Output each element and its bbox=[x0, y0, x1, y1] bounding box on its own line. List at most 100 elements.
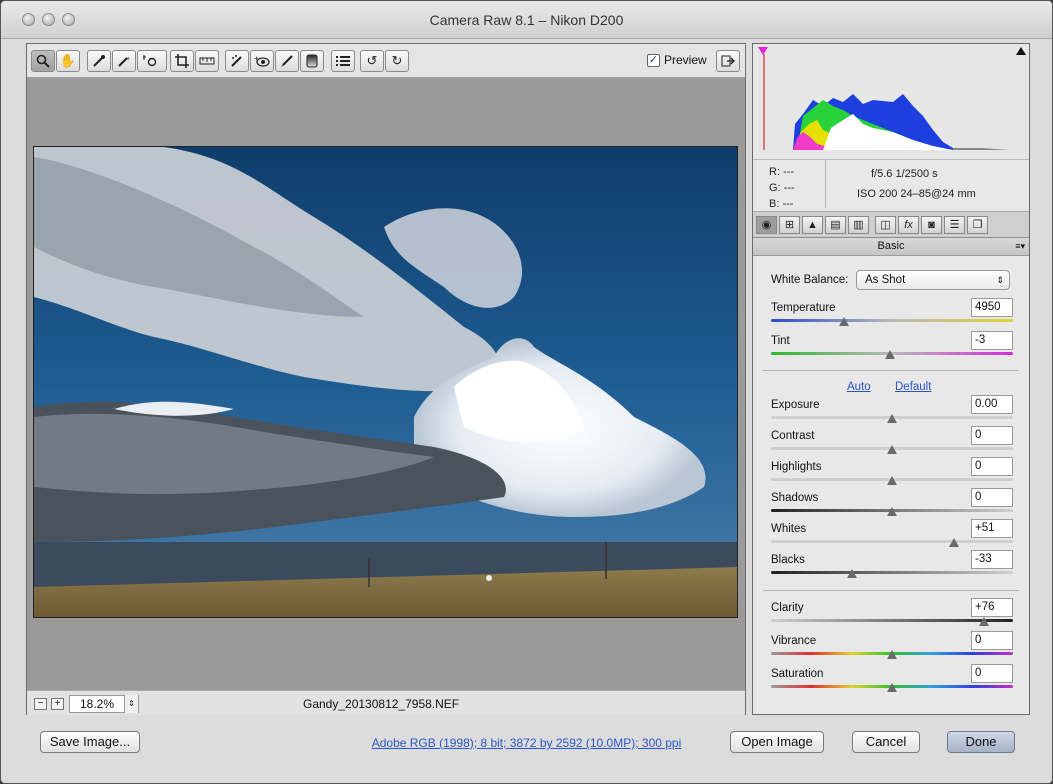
exposure-slider-thumb[interactable] bbox=[887, 414, 897, 423]
temperature-value-field[interactable]: 4950 bbox=[971, 298, 1013, 317]
whites-value-field[interactable]: +51 bbox=[971, 519, 1013, 538]
blacks-label: Blacks bbox=[771, 554, 805, 566]
whites-slider-track[interactable] bbox=[771, 540, 1013, 543]
rgb-readout: R: --- G: --- B: --- bbox=[769, 164, 795, 212]
shadows-value-field[interactable]: 0 bbox=[971, 488, 1013, 507]
exposure-control: Exposure 0.00 bbox=[771, 395, 1015, 429]
clarity-value-field[interactable]: +76 bbox=[971, 598, 1013, 617]
adjustment-brush-icon[interactable] bbox=[275, 50, 299, 72]
tab-tone-curve[interactable]: ⊞ bbox=[779, 216, 800, 234]
hand-tool-icon[interactable]: ✋ bbox=[56, 50, 80, 72]
divider bbox=[763, 590, 1019, 591]
blacks-slider-track[interactable] bbox=[771, 571, 1013, 574]
histogram bbox=[753, 44, 1029, 160]
contrast-label: Contrast bbox=[771, 430, 815, 442]
cancel-button[interactable]: Cancel bbox=[852, 731, 920, 753]
aperture-shutter: f/5.6 1/2500 s bbox=[871, 168, 938, 180]
default-link[interactable]: Default bbox=[895, 381, 931, 393]
vibrance-label: Vibrance bbox=[771, 635, 817, 647]
window-title: Camera Raw 8.1 – Nikon D200 bbox=[429, 12, 624, 28]
vibrance-control: Vibrance 0 bbox=[771, 631, 1015, 665]
tab-effects[interactable]: fx bbox=[898, 216, 919, 234]
white-balance-value: As Shot bbox=[865, 274, 906, 286]
tab-lens-corrections[interactable]: ◫ bbox=[875, 216, 896, 234]
tint-value-field[interactable]: -3 bbox=[971, 331, 1013, 350]
zoom-level-value: 18.2% bbox=[79, 697, 115, 711]
tab-presets[interactable]: ☰ bbox=[944, 216, 965, 234]
zoom-out-button[interactable]: − bbox=[34, 698, 47, 710]
blacks-value-field[interactable]: -33 bbox=[971, 550, 1013, 569]
tab-camera-calibration[interactable]: ◙ bbox=[921, 216, 942, 234]
temperature-label: Temperature bbox=[771, 302, 836, 314]
tint-label: Tint bbox=[771, 335, 790, 347]
image-preview-pane: ✋ + + ↺ ↻ ✓ Preview − + 18.2% ⇕ Gandy_20… bbox=[26, 43, 746, 715]
preferences-list-icon[interactable] bbox=[331, 50, 355, 72]
targeted-adjustment-tool-icon[interactable] bbox=[137, 50, 167, 72]
vibrance-value-field[interactable]: 0 bbox=[971, 631, 1013, 650]
spot-removal-tool-icon[interactable] bbox=[225, 50, 249, 72]
svg-text:+: + bbox=[126, 56, 130, 63]
white-balance-tool-icon[interactable] bbox=[87, 50, 111, 72]
zoom-dropdown-icon[interactable]: ⇕ bbox=[124, 695, 138, 713]
blacks-control: Blacks -33 bbox=[771, 550, 1015, 584]
white-balance-select[interactable]: As Shot ⇕ bbox=[856, 270, 1010, 290]
blue-readout: B: --- bbox=[769, 198, 794, 210]
whites-label: Whites bbox=[771, 523, 807, 535]
workflow-options-text[interactable]: Adobe RGB (1998); 8 bit; 3872 by 2592 (1… bbox=[372, 736, 682, 750]
graduated-filter-icon[interactable] bbox=[300, 50, 324, 72]
saturation-slider-thumb[interactable] bbox=[887, 683, 897, 692]
preview-label: Preview bbox=[664, 53, 707, 67]
tint-control: Tint -3 bbox=[771, 331, 1015, 365]
panel-menu-icon[interactable]: ≡▾ bbox=[1015, 238, 1025, 255]
saturation-value-field[interactable]: 0 bbox=[971, 664, 1013, 683]
temperature-control: Temperature 4950 bbox=[771, 298, 1015, 332]
clarity-slider-thumb[interactable] bbox=[978, 617, 989, 626]
vibrance-slider-thumb[interactable] bbox=[887, 650, 897, 659]
temperature-slider-track[interactable] bbox=[771, 319, 1013, 322]
exposure-value-field[interactable]: 0.00 bbox=[971, 395, 1013, 414]
panel-title: Basic ≡▾ bbox=[753, 238, 1029, 256]
select-arrows-icon: ⇕ bbox=[996, 275, 1004, 285]
clarity-slider-track[interactable] bbox=[771, 619, 1013, 622]
preview-toggle[interactable]: ✓ Preview bbox=[647, 53, 707, 67]
done-button[interactable]: Done bbox=[947, 731, 1015, 753]
contrast-control: Contrast 0 bbox=[771, 426, 1015, 460]
rotate-ccw-icon[interactable]: ↺ bbox=[360, 50, 384, 72]
blacks-slider-thumb[interactable] bbox=[847, 569, 858, 578]
red-eye-tool-icon[interactable]: + bbox=[250, 50, 274, 72]
color-sampler-tool-icon[interactable]: + bbox=[112, 50, 136, 72]
status-bar: − + 18.2% ⇕ Gandy_20130812_7958.NEF bbox=[27, 690, 745, 715]
tab-snapshots[interactable]: ❐ bbox=[967, 216, 988, 234]
image-info: R: --- G: --- B: --- f/5.6 1/2500 s ISO … bbox=[753, 160, 1029, 212]
shadows-slider-thumb[interactable] bbox=[887, 507, 897, 516]
crop-tool-icon[interactable] bbox=[170, 50, 194, 72]
zoom-in-button[interactable]: + bbox=[51, 698, 64, 710]
camera-raw-window: Camera Raw 8.1 – Nikon D200 ✋ + + ↺ ↻ ✓ … bbox=[0, 0, 1053, 784]
tab-hsl[interactable]: ▤ bbox=[825, 216, 846, 234]
svg-text:+: + bbox=[254, 55, 259, 63]
rotate-cw-icon[interactable]: ↻ bbox=[385, 50, 409, 72]
open-image-button[interactable]: Open Image bbox=[730, 731, 824, 753]
contrast-value-field[interactable]: 0 bbox=[971, 426, 1013, 445]
temperature-slider-thumb[interactable] bbox=[838, 317, 849, 326]
auto-link[interactable]: Auto bbox=[847, 381, 871, 393]
contrast-slider-thumb[interactable] bbox=[887, 445, 897, 454]
straighten-tool-icon[interactable] bbox=[195, 50, 219, 72]
highlights-slider-thumb[interactable] bbox=[887, 476, 897, 485]
tab-detail[interactable]: ▲ bbox=[802, 216, 823, 234]
whites-slider-thumb[interactable] bbox=[948, 538, 959, 547]
zoom-tool-icon[interactable] bbox=[31, 50, 55, 72]
title-bar: Camera Raw 8.1 – Nikon D200 bbox=[1, 1, 1052, 39]
tab-split-toning[interactable]: ▥ bbox=[848, 216, 869, 234]
clarity-control: Clarity +76 bbox=[771, 598, 1015, 632]
exposure-label: Exposure bbox=[771, 399, 820, 411]
preview-checkbox[interactable]: ✓ bbox=[647, 53, 660, 67]
green-readout: G: --- bbox=[769, 182, 795, 194]
tint-slider-thumb[interactable] bbox=[884, 350, 895, 359]
shadows-label: Shadows bbox=[771, 492, 819, 504]
tab-basic[interactable]: ◉ bbox=[756, 216, 777, 234]
fullscreen-toggle-icon[interactable] bbox=[716, 50, 740, 72]
image-preview[interactable] bbox=[33, 146, 738, 618]
highlights-value-field[interactable]: 0 bbox=[971, 457, 1013, 476]
saturation-label: Saturation bbox=[771, 668, 824, 680]
